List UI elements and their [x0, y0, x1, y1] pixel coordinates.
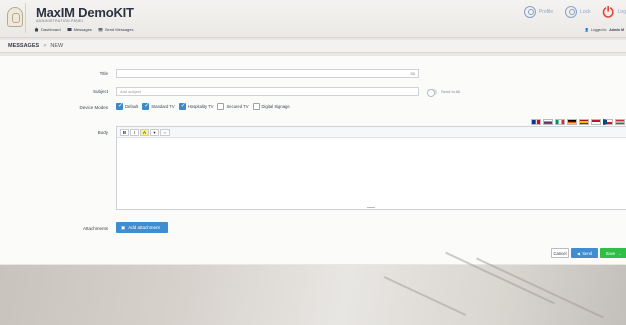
nav-dashboard[interactable]: Dashboard — [34, 27, 61, 32]
form-actions: Cancel ◀ Send Save → — [551, 248, 626, 258]
nav-messages[interactable]: Messages — [67, 27, 92, 32]
app-title: MaxIM DemoKIT — [36, 5, 134, 20]
flag-es-icon[interactable] — [579, 119, 589, 125]
nav-dashboard-label: Dashboard — [41, 27, 61, 32]
mode-hospitality-tv-label: Hospitality TV — [187, 104, 214, 109]
checkbox-digital-signage[interactable] — [252, 103, 260, 110]
title-char-counter: 50 — [410, 71, 415, 76]
mode-default[interactable]: Default — [116, 102, 139, 110]
text-color-dropdown[interactable]: ▾ — [150, 128, 159, 136]
send-to-all-toggle[interactable] — [427, 89, 437, 97]
image-icon: ▣ — [121, 224, 126, 230]
mode-standard-tv[interactable]: Standard TV — [142, 102, 175, 110]
photo-stripe — [383, 276, 467, 316]
italic-button[interactable]: I — [130, 128, 139, 136]
top-right-menu: Profile Lock ⏻ Log — [523, 4, 626, 20]
add-attachment-label: Add attachment — [128, 225, 160, 230]
profile-label: Profile — [538, 9, 554, 15]
breadcrumb-section[interactable]: MESSAGES — [8, 43, 39, 49]
add-attachment-button[interactable]: ▣ Add attachment — [116, 222, 168, 233]
send-button[interactable]: ◀ Send — [571, 248, 598, 258]
editor-toolbar: B I A ▾ ⇔ — [117, 127, 626, 138]
lock-link[interactable]: Lock — [565, 6, 591, 18]
background-photo — [0, 251, 626, 325]
list-icon — [98, 28, 103, 32]
save-label: Save — [605, 250, 616, 256]
brand-logo[interactable] — [4, 3, 26, 33]
align-button[interactable]: ⇔ — [160, 128, 170, 136]
arrow-right-icon: → — [617, 250, 622, 256]
title-input[interactable]: 50 — [116, 69, 419, 78]
home-icon — [34, 27, 39, 32]
flag-ru-icon[interactable] — [543, 119, 553, 125]
lock-icon — [565, 6, 578, 18]
logged-in-info: 👤 Logged in: Admin M — [585, 28, 625, 32]
mode-digital-signage[interactable]: Digital Signage — [252, 103, 290, 110]
checkbox-default[interactable] — [116, 102, 123, 110]
attachments-label: Attachments — [82, 226, 108, 231]
cancel-button[interactable]: Cancel — [551, 248, 569, 258]
photo-stripe — [476, 257, 604, 319]
flag-it-icon[interactable] — [555, 119, 565, 125]
subject-label: Subject — [92, 89, 108, 94]
save-button[interactable]: Save → — [600, 248, 626, 258]
language-flags — [531, 119, 626, 125]
app-subtitle: ADMINISTRATION PANEL — [36, 19, 84, 23]
flag-cz-icon[interactable] — [603, 119, 613, 125]
bold-button[interactable]: B — [120, 128, 129, 136]
lock-label: Lock — [580, 9, 591, 15]
flag-hu-icon[interactable] — [615, 119, 625, 125]
app-header: MaxIM DemoKIT ADMINISTRATION PANEL Dashb… — [0, 0, 626, 38]
nav-send-messages-label: Send Messages — [104, 27, 134, 32]
mode-secured-tv[interactable]: Secured TV — [217, 103, 249, 110]
profile-link[interactable]: Profile — [523, 6, 554, 18]
checkbox-standard-tv[interactable] — [142, 102, 149, 110]
checkbox-secured-tv[interactable] — [217, 103, 225, 110]
logout-link[interactable]: ⏻ Log — [602, 4, 626, 20]
messages-icon — [67, 28, 72, 31]
logout-label: Log — [617, 9, 626, 15]
send-to-all-label: Send to All — [441, 89, 461, 94]
device-modes-label: Device Modes — [79, 105, 108, 110]
crest-icon — [7, 7, 23, 27]
mode-digital-signage-label: Digital Signage — [261, 104, 290, 109]
top-nav: Dashboard Messages Send Messages — [34, 27, 134, 32]
text-color-button[interactable]: A — [140, 128, 149, 136]
send-label: Send — [582, 250, 592, 256]
user-small-icon: 👤 — [584, 28, 589, 32]
send-icon: ◀ — [576, 250, 581, 256]
logged-in-user: Admin M — [609, 28, 624, 32]
flag-en-icon[interactable] — [531, 119, 541, 125]
breadcrumb-current: NEW — [50, 43, 64, 49]
mode-hospitality-tv[interactable]: Hospitality TV — [178, 102, 214, 110]
title-label: Title — [99, 71, 108, 76]
logged-in-prefix: Logged in: — [590, 28, 608, 32]
body-editor[interactable]: B I A ▾ ⇔ — [116, 126, 626, 210]
body-label: Body — [97, 130, 108, 135]
breadcrumb: MESSAGES > NEW — [0, 40, 626, 53]
checkbox-hospitality-tv[interactable] — [178, 102, 186, 110]
mode-default-label: Default — [125, 104, 139, 109]
breadcrumb-separator: > — [43, 43, 47, 49]
flag-pl-icon[interactable] — [591, 119, 601, 125]
mode-standard-tv-label: Standard TV — [151, 104, 175, 109]
flag-de-icon[interactable] — [567, 119, 577, 125]
device-modes-group: Default Standard TV Hospitality TV Secur… — [116, 102, 290, 110]
logout-icon: ⏻ — [602, 4, 614, 20]
nav-messages-label: Messages — [73, 27, 92, 32]
subject-input[interactable]: Add subject — [116, 87, 419, 96]
nav-send-messages[interactable]: Send Messages — [98, 27, 134, 32]
mode-secured-tv-label: Secured TV — [226, 104, 249, 109]
user-icon — [523, 6, 536, 18]
editor-resize-handle[interactable] — [367, 206, 375, 208]
